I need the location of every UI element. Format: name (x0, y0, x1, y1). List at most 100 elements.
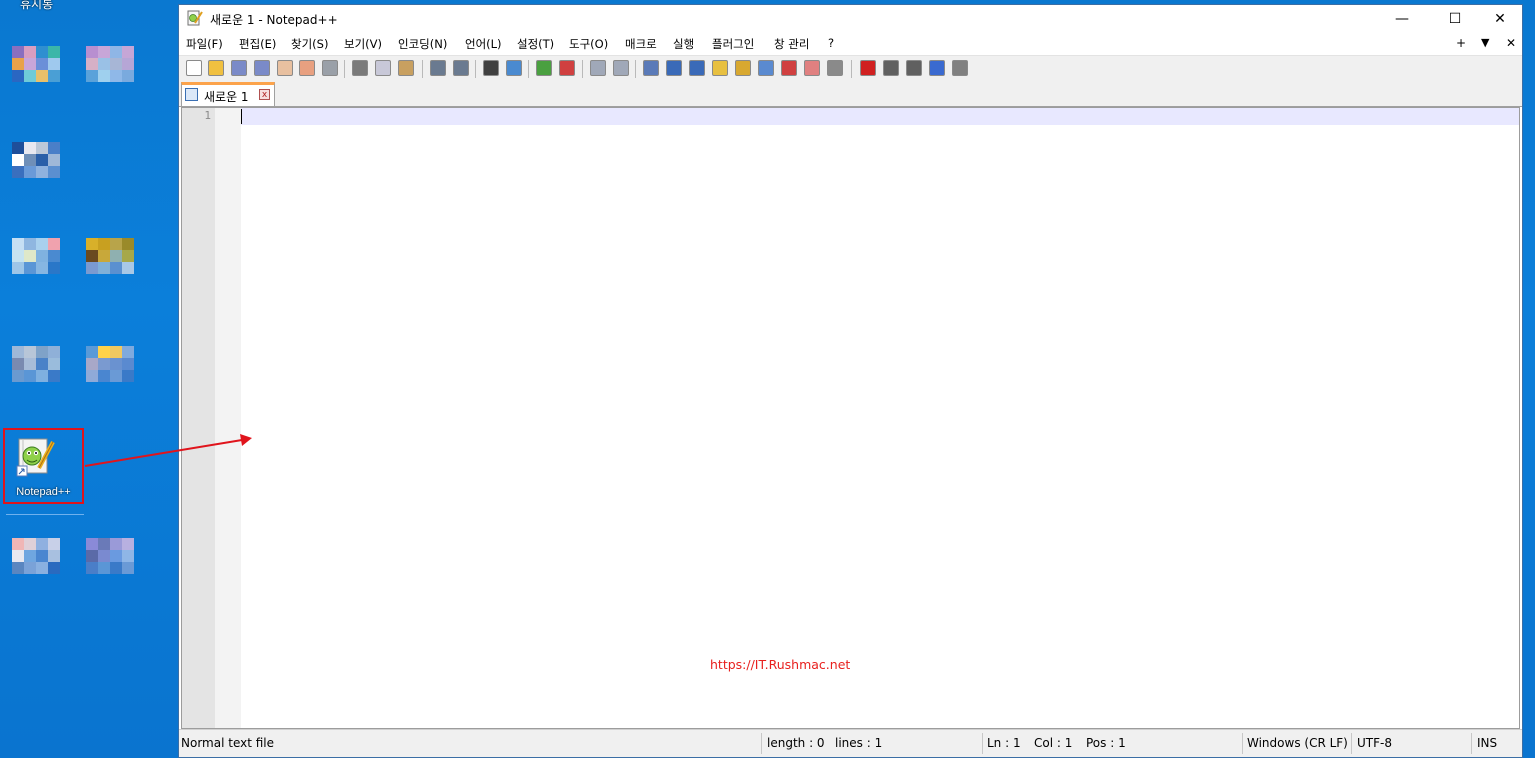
status-separator (1471, 733, 1472, 754)
fold-margin[interactable] (215, 108, 241, 728)
notepad-plus-plus-icon (16, 438, 55, 477)
indent-guide-icon[interactable] (689, 60, 705, 76)
pixel-tile (24, 142, 36, 154)
redo-icon[interactable] (453, 60, 469, 76)
blurred-desktop-icon[interactable] (10, 528, 70, 600)
blurred-desktop-icon[interactable] (10, 132, 70, 204)
undo-icon[interactable] (430, 60, 446, 76)
blurred-desktop-icon[interactable] (84, 528, 144, 600)
function-list-icon[interactable] (781, 60, 797, 76)
editor-area[interactable]: 1 https://IT.Rushmac.net (181, 107, 1520, 729)
paste-icon[interactable] (398, 60, 414, 76)
menu-edit[interactable]: 편집(E) (239, 36, 276, 52)
pixel-tile (110, 370, 122, 382)
monitoring-icon[interactable] (827, 60, 843, 76)
menu-tools[interactable]: 도구(O) (569, 36, 608, 52)
replace-icon[interactable] (506, 60, 522, 76)
menu-help[interactable]: ? (828, 36, 834, 50)
pixel-tile (122, 538, 134, 550)
status-separator (761, 733, 762, 754)
pixel-tile (12, 58, 24, 70)
tab-close-icon[interactable]: x (259, 89, 270, 100)
save-macro-icon[interactable] (952, 60, 968, 76)
show-all-chars-icon[interactable] (666, 60, 682, 76)
blurred-desktop-icon[interactable] (10, 36, 70, 108)
recycle-bin-label[interactable]: 휴지통 (20, 0, 53, 12)
menu-view[interactable]: 보기(V) (344, 36, 382, 52)
doc-list-icon[interactable] (758, 60, 774, 76)
title-bar[interactable]: 새로운 1 - Notepad++ — ☐ ✕ (179, 5, 1522, 33)
menu-settings[interactable]: 설정(T) (517, 36, 554, 52)
status-bar: Normal text file length : 0 lines : 1 Ln… (179, 729, 1522, 757)
record-macro-icon[interactable] (860, 60, 876, 76)
blurred-desktop-icon[interactable] (10, 228, 70, 300)
new-file-icon[interactable] (186, 60, 202, 76)
status-insert-mode[interactable]: INS (1477, 736, 1497, 750)
pixel-tile (110, 46, 122, 58)
pixel-tile (24, 70, 36, 82)
tab-new-1[interactable]: 새로운 1 x (181, 82, 275, 106)
menu-run[interactable]: 실행 (673, 36, 694, 52)
copy-icon[interactable] (375, 60, 391, 76)
menu-plugins[interactable]: 플러그인 (712, 36, 754, 52)
new-tab-plus-icon[interactable]: + (1456, 36, 1466, 50)
close-all-icon[interactable] (299, 60, 315, 76)
current-line-highlight (241, 108, 1519, 125)
notepad-plus-plus-label: Notepad++ (16, 486, 71, 498)
pixel-tile (12, 142, 24, 154)
pixel-tile (12, 262, 24, 274)
stop-record-icon[interactable] (883, 60, 899, 76)
notepad-plus-plus-shortcut[interactable]: Notepad++ (3, 428, 84, 504)
word-wrap-icon[interactable] (643, 60, 659, 76)
pixel-tile (12, 166, 24, 178)
maximize-button[interactable]: ☐ (1432, 5, 1478, 33)
tab-list-dropdown-icon[interactable]: ▼ (1481, 36, 1489, 49)
pixel-tile (48, 550, 60, 562)
blurred-desktop-icon[interactable] (84, 336, 144, 408)
pixel-tile (98, 358, 110, 370)
sync-vertical-icon[interactable] (590, 60, 606, 76)
zoom-out-icon[interactable] (559, 60, 575, 76)
pixel-tile (122, 562, 134, 574)
udl-icon[interactable] (712, 60, 728, 76)
zoom-in-icon[interactable] (536, 60, 552, 76)
pixel-tile (24, 562, 36, 574)
close-document-icon[interactable]: ✕ (1506, 36, 1516, 50)
cut-icon[interactable] (352, 60, 368, 76)
notepad-app-icon (187, 10, 203, 26)
menu-macro[interactable]: 매크로 (625, 36, 657, 52)
run-macro-multiple-icon[interactable] (929, 60, 945, 76)
status-encoding[interactable]: UTF-8 (1357, 736, 1392, 750)
pixel-tile (24, 358, 36, 370)
close-icon[interactable] (277, 60, 293, 76)
minimize-button[interactable]: — (1379, 5, 1425, 33)
menu-file[interactable]: 파일(F) (186, 36, 223, 52)
doc-map-icon[interactable] (735, 60, 751, 76)
close-window-button[interactable]: ✕ (1477, 5, 1523, 33)
menu-bar: 파일(F) 편집(E) 찾기(S) 보기(V) 인코딩(N) 언어(L) 설정(… (179, 33, 1522, 55)
pixel-tile (24, 250, 36, 262)
pixel-tile (110, 262, 122, 274)
blurred-desktop-icon[interactable] (84, 36, 144, 108)
save-icon[interactable] (231, 60, 247, 76)
menu-search[interactable]: 찾기(S) (291, 36, 328, 52)
print-icon[interactable] (322, 60, 338, 76)
blurred-desktop-icon[interactable] (84, 228, 144, 300)
folder-workspace-icon[interactable] (804, 60, 820, 76)
play-macro-icon[interactable] (906, 60, 922, 76)
pixel-tile (98, 550, 110, 562)
find-icon[interactable] (483, 60, 499, 76)
blurred-desktop-icon[interactable] (10, 336, 70, 408)
open-file-icon[interactable] (208, 60, 224, 76)
pixel-tile (24, 154, 36, 166)
status-eol[interactable]: Windows (CR LF) (1247, 736, 1348, 750)
menu-encoding[interactable]: 인코딩(N) (398, 36, 447, 52)
pixel-tile (98, 262, 110, 274)
pixel-tile (86, 58, 98, 70)
pixel-tile (122, 370, 134, 382)
menu-language[interactable]: 언어(L) (465, 36, 502, 52)
pixel-tile (86, 370, 98, 382)
sync-horizontal-icon[interactable] (613, 60, 629, 76)
menu-window[interactable]: 창 관리 (774, 36, 809, 52)
save-all-icon[interactable] (254, 60, 270, 76)
